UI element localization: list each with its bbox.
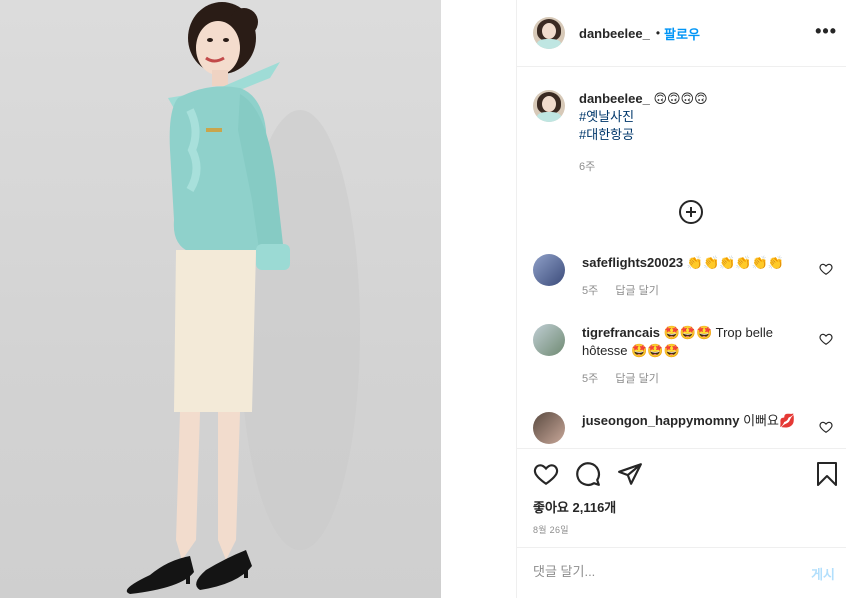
comment-time[interactable]: 5주	[582, 373, 598, 385]
hashtag-link[interactable]: #옛날사진	[579, 108, 708, 126]
like-comment-heart-icon[interactable]	[819, 420, 833, 434]
comment-text: 👏👏👏👏👏👏	[686, 255, 784, 270]
bookmark-icon[interactable]	[815, 461, 839, 487]
like-comment-heart-icon[interactable]	[819, 332, 833, 346]
likes-count[interactable]: 좋아요 2,116개	[533, 497, 616, 516]
commenter-username[interactable]: tigrefrancais	[582, 325, 660, 340]
comment-time[interactable]: 5주	[582, 285, 598, 297]
separator-dot: •	[655, 26, 661, 40]
post-header: danbeelee_ • 팔로우 •••	[517, 0, 846, 67]
flight-attendant-photo	[126, 2, 360, 594]
hashtag-link[interactable]: #대한항공	[579, 126, 708, 144]
post-panel: danbeelee_ • 팔로우 ••• danbeelee_ 🙃🙃🙃🙃 #옛날…	[516, 0, 846, 598]
commenter-avatar[interactable]	[533, 412, 565, 444]
author-username[interactable]: danbeelee_	[579, 26, 650, 41]
comment-text: 이뻐요💋	[743, 413, 796, 428]
post-date[interactable]: 8월 26일	[533, 523, 569, 536]
commenter-username[interactable]: safeflights20023	[582, 255, 683, 270]
caption-time[interactable]: 6주	[579, 158, 708, 176]
plus-circle-icon[interactable]	[679, 200, 703, 224]
comment-icon[interactable]	[575, 461, 601, 487]
commenter-avatar[interactable]	[533, 254, 565, 286]
reply-button[interactable]: 답글 달기	[615, 373, 659, 385]
caption-emojis: 🙃🙃🙃🙃	[653, 91, 708, 106]
caption-username[interactable]: danbeelee_	[579, 91, 650, 106]
post-photo[interactable]	[0, 0, 441, 598]
comment-item: tigrefrancais 🤩🤩🤩 Trop belle hôtesse 🤩🤩🤩…	[533, 324, 833, 386]
heart-icon[interactable]	[533, 461, 559, 487]
caption-avatar[interactable]	[533, 90, 565, 122]
comment-item: juseongon_happymomny 이뻐요💋	[533, 412, 833, 444]
post-actions: 좋아요 2,116개 8월 26일 게시	[517, 448, 846, 598]
comment-item: safeflights20023 👏👏👏👏👏👏 5주 답글 달기	[533, 254, 833, 298]
post-comment-button[interactable]: 게시	[811, 564, 835, 583]
reply-button[interactable]: 답글 달기	[615, 285, 659, 297]
add-comment-bar: 게시	[517, 547, 846, 598]
more-options-icon[interactable]: •••	[815, 22, 837, 40]
author-avatar[interactable]	[533, 17, 565, 49]
like-comment-heart-icon[interactable]	[819, 262, 833, 276]
comment-input[interactable]	[533, 564, 773, 579]
follow-button[interactable]: 팔로우	[664, 24, 700, 43]
commenter-avatar[interactable]	[533, 324, 565, 356]
share-icon[interactable]	[617, 461, 643, 487]
caption: danbeelee_ 🙃🙃🙃🙃 #옛날사진 #대한항공 6주	[533, 90, 833, 176]
commenter-username[interactable]: juseongon_happymomny	[582, 413, 739, 428]
